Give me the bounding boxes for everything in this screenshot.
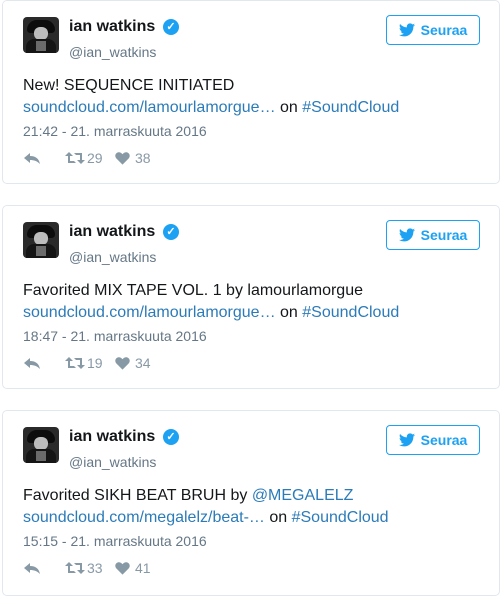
tweet-actions: 33 41 — [23, 559, 151, 577]
retweet-icon[interactable] — [65, 151, 87, 165]
author-handle[interactable]: @ian_watkins — [69, 43, 156, 61]
retweet-count: 33 — [87, 560, 103, 576]
author-handle[interactable]: @ian_watkins — [69, 248, 156, 266]
tweet-links: soundcloud.com/lamourlamorgue… on #Sound… — [23, 97, 399, 119]
tweet-card: ian watkins ✓ @ian_watkins Seuraa New! S… — [2, 0, 500, 184]
retweet-icon[interactable] — [65, 561, 87, 575]
retweet-icon[interactable] — [65, 356, 87, 370]
on-text: on — [280, 99, 298, 116]
on-text: on — [269, 509, 288, 526]
retweet-count: 29 — [87, 150, 103, 166]
timestamp[interactable]: 21:42 - 21. marraskuuta 2016 — [23, 121, 207, 141]
tweet-card: ian watkins ✓ @ian_watkins Seuraa Favori… — [2, 410, 500, 596]
follow-label: Seuraa — [420, 432, 468, 448]
reply-icon[interactable] — [23, 560, 65, 576]
mention-link[interactable]: @MEGALELZ — [252, 487, 354, 504]
tweet-text: Favorited MIX TAPE VOL. 1 by lamourlamor… — [23, 282, 363, 299]
tweet-actions: 19 34 — [23, 354, 151, 372]
soundcloud-link[interactable]: soundcloud.com/megalelz/beat-… — [23, 509, 265, 526]
timestamp[interactable]: 15:15 - 21. marraskuuta 2016 — [23, 531, 207, 551]
heart-icon[interactable] — [115, 561, 135, 575]
twitter-bird-icon — [398, 228, 415, 242]
soundcloud-link[interactable]: soundcloud.com/lamourlamorgue… — [23, 99, 276, 116]
twitter-bird-icon — [398, 433, 415, 447]
follow-label: Seuraa — [420, 227, 468, 243]
timestamp[interactable]: 18:47 - 21. marraskuuta 2016 — [23, 326, 207, 346]
soundcloud-link[interactable]: soundcloud.com/lamourlamorgue… — [23, 304, 276, 321]
heart-icon[interactable] — [115, 151, 135, 165]
tweet-links: soundcloud.com/lamourlamorgue… on #Sound… — [23, 302, 399, 324]
follow-button[interactable]: Seuraa — [386, 425, 480, 455]
tweet-actions: 29 38 — [23, 149, 151, 167]
heart-icon[interactable] — [115, 356, 135, 370]
reply-icon[interactable] — [23, 150, 65, 166]
author-name[interactable]: ian watkins — [69, 427, 155, 447]
on-text: on — [280, 304, 298, 321]
author-handle[interactable]: @ian_watkins — [69, 453, 156, 471]
like-count: 34 — [135, 355, 151, 371]
follow-button[interactable]: Seuraa — [386, 15, 480, 45]
like-count: 41 — [135, 560, 151, 576]
twitter-bird-icon — [398, 23, 415, 37]
verified-icon: ✓ — [163, 429, 179, 445]
avatar[interactable] — [23, 222, 59, 258]
author-name[interactable]: ian watkins — [69, 17, 155, 37]
like-count: 38 — [135, 150, 151, 166]
hashtag-link[interactable]: #SoundCloud — [302, 304, 399, 321]
author-name[interactable]: ian watkins — [69, 222, 155, 242]
follow-button[interactable]: Seuraa — [386, 220, 480, 250]
retweet-count: 19 — [87, 355, 103, 371]
verified-icon: ✓ — [163, 224, 179, 240]
hashtag-link[interactable]: #SoundCloud — [302, 99, 399, 116]
tweet-card: ian watkins ✓ @ian_watkins Seuraa Favori… — [2, 205, 500, 389]
hashtag-link[interactable]: #SoundCloud — [292, 509, 389, 526]
follow-label: Seuraa — [420, 22, 468, 38]
reply-icon[interactable] — [23, 355, 65, 371]
avatar[interactable] — [23, 427, 59, 463]
tweet-links: soundcloud.com/megalelz/beat-… on #Sound… — [23, 507, 389, 529]
avatar[interactable] — [23, 17, 59, 53]
verified-icon: ✓ — [163, 19, 179, 35]
tweet-text: New! SEQUENCE INITIATED — [23, 77, 235, 94]
tweet-text: Favorited SIKH BEAT BRUH by @MEGALELZ — [23, 487, 354, 504]
